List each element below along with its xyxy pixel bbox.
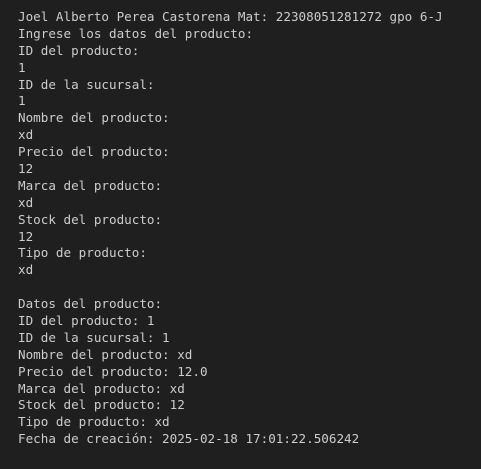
prompt-product-stock: Stock del producto: bbox=[18, 211, 163, 227]
terminal-output[interactable]: Joel Alberto Perea Castorena Mat: 223080… bbox=[0, 0, 481, 469]
input-product-type: xd bbox=[18, 262, 34, 278]
input-product-name: xd bbox=[18, 127, 34, 143]
output-product-price: Precio del producto: 12.0 bbox=[18, 363, 208, 379]
input-prompt: Ingrese los datos del producto: bbox=[18, 25, 254, 41]
output-branch-id: ID de la sucursal: 1 bbox=[18, 329, 170, 345]
input-branch-id: 1 bbox=[18, 93, 26, 109]
prompt-product-type: Tipo de producto: bbox=[18, 245, 147, 261]
input-product-id: 1 bbox=[18, 59, 26, 75]
output-product-name: Nombre del producto: xd bbox=[18, 346, 193, 362]
input-product-brand: xd bbox=[18, 194, 34, 210]
input-product-price: 12 bbox=[18, 161, 34, 177]
prompt-product-id: ID del producto: bbox=[18, 42, 140, 58]
output-heading: Datos del producto: bbox=[18, 296, 163, 312]
header-line: Joel Alberto Perea Castorena Mat: 223080… bbox=[18, 9, 443, 24]
output-product-brand: Marca del producto: xd bbox=[18, 380, 185, 396]
prompt-product-name: Nombre del producto: bbox=[18, 110, 170, 126]
prompt-product-price: Precio del producto: bbox=[18, 144, 170, 160]
input-product-stock: 12 bbox=[18, 228, 34, 244]
output-product-stock: Stock del producto: 12 bbox=[18, 397, 185, 413]
prompt-product-brand: Marca del producto: bbox=[18, 177, 163, 193]
output-product-id: ID del producto: 1 bbox=[18, 313, 155, 329]
output-creation-date: Fecha de creación: 2025-02-18 17:01:22.5… bbox=[18, 431, 360, 447]
output-product-type: Tipo de producto: xd bbox=[18, 414, 170, 430]
prompt-branch-id: ID de la sucursal: bbox=[18, 76, 155, 92]
